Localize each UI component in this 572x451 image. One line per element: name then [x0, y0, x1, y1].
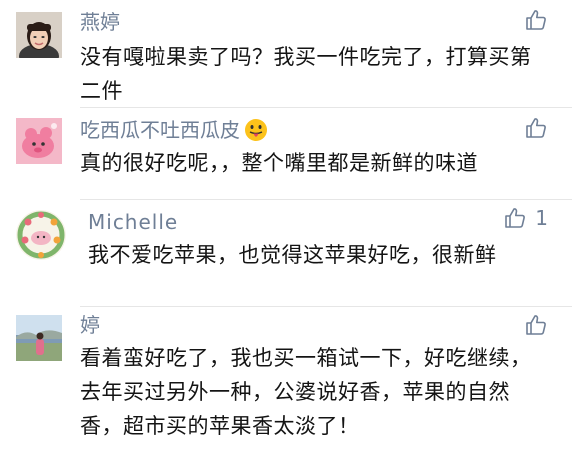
comment-author[interactable]: 燕婷 — [80, 10, 120, 34]
comment-item: 吃西瓜不吐西瓜皮 真的很好吃呢，，整个嘴里都是新鲜的味道 — [0, 108, 572, 200]
seaside-landscape-avatar-icon — [16, 315, 62, 361]
avatar[interactable] — [16, 12, 62, 58]
avatar[interactable] — [16, 210, 66, 260]
comment-author[interactable]: 婷 — [80, 313, 100, 337]
thumbs-up-icon — [526, 10, 546, 30]
avatar[interactable] — [16, 118, 62, 164]
comment-author[interactable]: Michelle — [88, 210, 178, 234]
like-button[interactable]: 1 — [503, 206, 548, 230]
comment-author[interactable]: 吃西瓜不吐西瓜皮 — [80, 118, 268, 147]
thumbs-up-icon — [505, 208, 526, 228]
comment-item: Michelle 1 我不爱吃苹果，也觉得这苹果好吃，很新鲜 — [0, 200, 572, 306]
like-button[interactable] — [524, 116, 548, 140]
comment-text: 我不爱吃苹果，也觉得这苹果好吃，很新鲜 — [88, 243, 497, 267]
comment-text: 看着蛮好吃了，我也买一箱试一下，好吃继续，去年买过另外一种，公婆说好香，苹果的自… — [80, 346, 532, 438]
thumbs-up-icon — [526, 315, 546, 335]
woman-portrait-avatar-icon — [16, 12, 62, 58]
thumbs-up-icon — [526, 118, 546, 138]
tongue-out-emoji-icon — [244, 118, 268, 147]
like-button[interactable] — [524, 313, 548, 337]
like-count: 1 — [535, 206, 548, 230]
like-button[interactable] — [524, 8, 548, 32]
comment-author-name: 吃西瓜不吐西瓜皮 — [80, 118, 240, 142]
avatar[interactable] — [16, 315, 62, 361]
flower-wreath-avatar-icon — [16, 210, 66, 260]
comment-item: 婷 看着蛮好吃了，我也买一箱试一下，好吃继续，去年买过另外一种，公婆说好香，苹果… — [0, 307, 572, 451]
pink-cartoon-avatar-icon — [16, 118, 62, 164]
comment-text: 真的很好吃呢，，整个嘴里都是新鲜的味道 — [80, 151, 478, 175]
comment-text: 没有嘎啦果卖了吗？我买一件吃完了，打算买第二件 — [80, 45, 532, 103]
comment-item: 燕婷 没有嘎啦果卖了吗？我买一件吃完了，打算买第二件 — [0, 0, 572, 108]
